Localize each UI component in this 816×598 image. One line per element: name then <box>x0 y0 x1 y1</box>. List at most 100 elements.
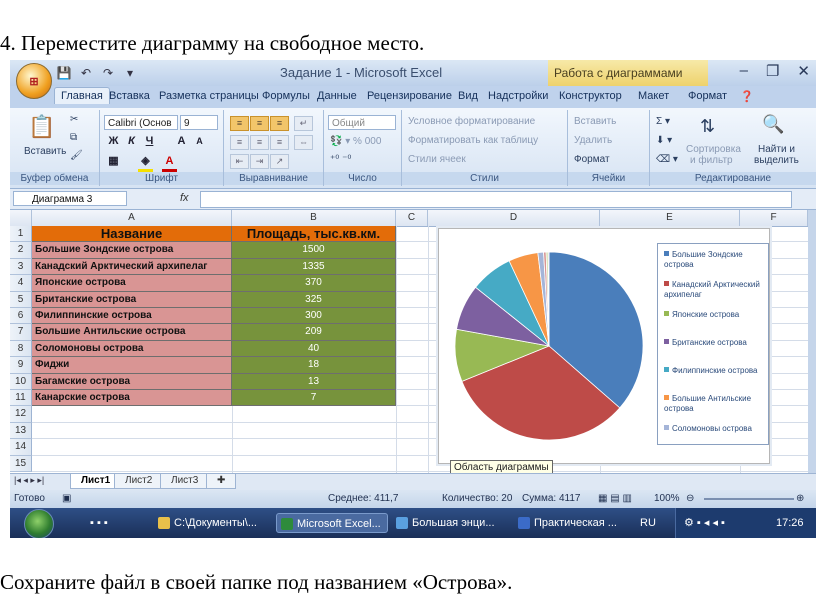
indent-increase-icon[interactable]: ⇥ <box>250 154 269 169</box>
borders-icon[interactable]: ▦ <box>106 154 121 169</box>
view-buttons-icon[interactable]: ▦ ▤ ▥ <box>598 493 632 504</box>
merge-icon[interactable]: ⇔ <box>294 135 313 150</box>
insert-cells-button[interactable]: Вставить <box>574 116 616 127</box>
sheet-tab-3[interactable]: Лист3 <box>160 474 210 489</box>
cell-styles-button[interactable]: Стили ячеек <box>408 154 466 165</box>
row-header[interactable]: 11 <box>10 390 32 407</box>
zoom-out-icon[interactable]: ⊖ <box>686 493 694 504</box>
row-header[interactable]: 5 <box>10 291 32 308</box>
tab-data[interactable]: Данные <box>317 90 357 102</box>
new-sheet-icon[interactable]: ✚ <box>206 474 237 489</box>
align-top-icon[interactable]: ≡ <box>230 116 249 131</box>
header-cell-name[interactable]: Название <box>32 226 232 243</box>
tab-home[interactable]: Главная <box>54 87 110 104</box>
start-button[interactable] <box>24 509 54 538</box>
undo-icon[interactable]: ↶ <box>78 65 94 81</box>
font-size-input[interactable]: 9 <box>180 115 218 130</box>
find-select-button[interactable]: Найти и <box>758 144 795 155</box>
column-header[interactable]: A <box>32 210 232 226</box>
legend-entry[interactable]: Японские острова <box>664 310 764 320</box>
bold-button[interactable]: Ж <box>106 134 121 149</box>
cell-area[interactable]: 18 <box>232 357 396 374</box>
cell-name[interactable]: Соломоновы острова <box>32 340 232 358</box>
cell-area[interactable]: 325 <box>232 291 396 308</box>
tab-design[interactable]: Конструктор <box>559 90 622 102</box>
legend-entry[interactable]: Канадский Арктический архипелаг <box>664 280 764 300</box>
pie-chart[interactable]: Большие Зондские острова Канадский Арктич… <box>438 228 770 464</box>
row-header[interactable]: 15 <box>10 455 32 472</box>
legend-entry[interactable]: Соломоновы острова <box>664 424 764 434</box>
sort-filter-button[interactable]: Сортировка <box>686 144 741 155</box>
align-right-icon[interactable]: ≡ <box>270 135 289 150</box>
align-center-icon[interactable]: ≡ <box>250 135 269 150</box>
legend-entry[interactable]: Филиппинские острова <box>664 366 764 376</box>
row-header[interactable]: 9 <box>10 357 32 374</box>
format-as-table-button[interactable]: Форматировать как таблицу <box>408 135 538 146</box>
cell-name[interactable]: Большие Антильские острова <box>32 324 232 341</box>
format-painter-icon[interactable]: 🖌 <box>70 150 83 161</box>
font-name-input[interactable]: Calibri (Основ <box>104 115 178 130</box>
column-header[interactable]: B <box>232 210 396 226</box>
tab-format[interactable]: Формат <box>688 90 727 102</box>
paste-button[interactable]: Вставить <box>24 146 66 157</box>
formula-input[interactable] <box>200 191 792 208</box>
delete-cells-button[interactable]: Удалить <box>574 135 612 146</box>
sheet-nav-icon[interactable]: |◂ ◂ ▸ ▸| <box>14 475 44 486</box>
cell-area[interactable]: 300 <box>232 308 396 325</box>
fx-icon[interactable]: fx <box>180 192 189 204</box>
row-header[interactable]: 1 <box>10 226 32 243</box>
cell-area[interactable]: 7 <box>232 390 396 407</box>
help-icon[interactable]: ❓ <box>740 90 754 103</box>
taskbar-item-encyclopedia[interactable]: Большая энци... <box>392 513 510 533</box>
cell-name[interactable]: Британские острова <box>32 291 232 308</box>
row-header[interactable]: 13 <box>10 422 32 440</box>
indent-decrease-icon[interactable]: ⇤ <box>230 154 249 169</box>
taskbar-item-documents[interactable]: C:\Документы\... <box>154 513 272 533</box>
office-button[interactable]: ⊞ <box>16 63 52 99</box>
close-icon[interactable]: ✕ <box>797 62 810 80</box>
tab-addins[interactable]: Надстройки <box>488 90 548 102</box>
align-middle-icon[interactable]: ≡ <box>250 116 269 131</box>
cell-name[interactable]: Филиппинские острова <box>32 308 232 325</box>
tray-icons[interactable]: ⚙ ▪ ◂ ◂ ▪ <box>680 513 770 533</box>
zoom-level[interactable]: 100% <box>654 493 680 504</box>
minimize-icon[interactable]: – <box>740 62 748 80</box>
clear-icon[interactable]: ⌫ ▾ <box>656 154 678 165</box>
align-left-icon[interactable]: ≡ <box>230 135 249 150</box>
cell-area[interactable]: 1500 <box>232 242 396 259</box>
underline-button[interactable]: Ч <box>142 134 157 149</box>
fill-icon[interactable]: ⬇ ▾ <box>656 135 672 146</box>
shrink-font-button[interactable]: A <box>192 134 207 149</box>
zoom-slider[interactable] <box>704 498 794 500</box>
tab-insert[interactable]: Вставка <box>109 90 150 102</box>
decimal-icon[interactable]: ⁺⁰ ⁻⁰ <box>330 154 351 165</box>
row-header[interactable]: 2 <box>10 242 32 259</box>
row-header[interactable]: 12 <box>10 406 32 423</box>
redo-icon[interactable]: ↷ <box>100 65 116 81</box>
legend-entry[interactable]: Британские острова <box>664 338 764 348</box>
name-box[interactable]: Диаграмма 3 <box>13 191 127 206</box>
sheet-tab-2[interactable]: Лист2 <box>114 474 164 489</box>
select-all[interactable] <box>10 210 32 226</box>
fill-color-icon[interactable]: ◈ <box>138 154 153 172</box>
number-format-select[interactable]: Общий <box>328 115 396 130</box>
cell-name[interactable]: Канарские острова <box>32 390 232 407</box>
find-icon[interactable]: 🔍 <box>762 114 784 135</box>
language-indicator[interactable]: RU <box>636 513 666 533</box>
cell-area[interactable]: 370 <box>232 275 396 292</box>
customize-icon[interactable]: ▾ <box>122 65 138 81</box>
column-header[interactable]: D <box>428 210 600 226</box>
row-header[interactable]: 4 <box>10 275 32 292</box>
tab-review[interactable]: Рецензирование <box>367 90 452 102</box>
zoom-in-icon[interactable]: ⊕ <box>796 493 804 504</box>
copy-icon[interactable]: ⧉ <box>70 132 77 143</box>
italic-button[interactable]: К <box>124 134 139 149</box>
orientation-icon[interactable]: ↗ <box>270 154 289 169</box>
taskbar-item-practical[interactable]: Практическая ... <box>514 513 632 533</box>
column-header[interactable]: C <box>396 210 428 226</box>
font-color-icon[interactable]: A <box>162 154 177 172</box>
tab-view[interactable]: Вид <box>458 90 478 102</box>
taskbar-item-excel[interactable]: Microsoft Excel... <box>276 513 388 533</box>
legend-entry[interactable]: Большие Антильские острова <box>664 394 764 414</box>
column-header[interactable]: F <box>740 210 808 226</box>
